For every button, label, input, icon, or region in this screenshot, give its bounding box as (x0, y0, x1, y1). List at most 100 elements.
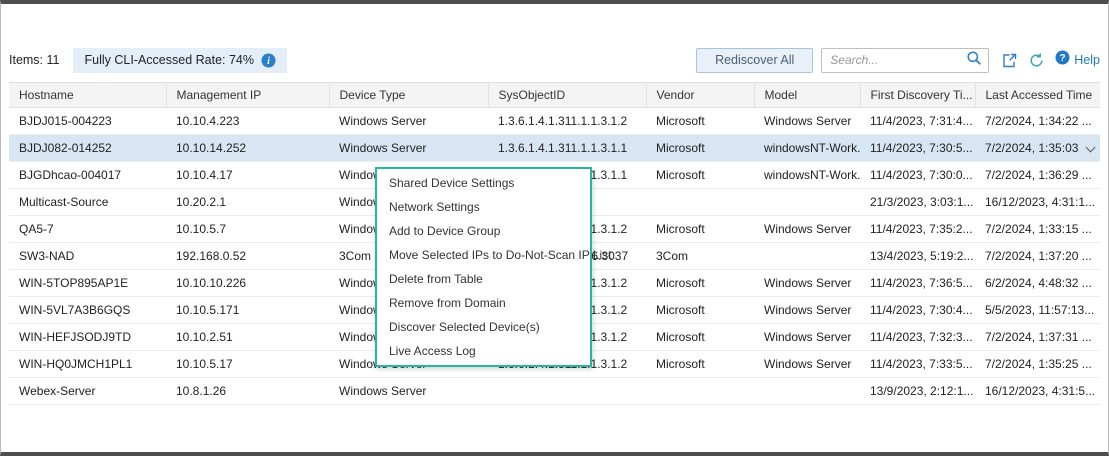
cell-management-ip: 10.8.1.26 (166, 378, 329, 405)
cell-hostname: Webex-Server (9, 378, 166, 405)
cell-model: Windows Server (754, 351, 860, 378)
col-vendor[interactable]: Vendor (646, 83, 754, 108)
cli-rate-badge: Fully CLI-Accessed Rate: 74% i (73, 48, 287, 73)
col-management-ip[interactable]: Management IP (166, 83, 329, 108)
search-box[interactable] (821, 48, 989, 73)
cell-first-discovery: 11/4/2023, 7:30:0... (860, 162, 975, 189)
cell-last-accessed: 7/2/2024, 1:35:25 ... (975, 351, 1100, 378)
cell-hostname: BJGDhcao-004017 (9, 162, 166, 189)
context-menu-item[interactable]: Delete from Table (377, 267, 590, 291)
cell-model: windowsNT-Work... (754, 135, 860, 162)
cell-management-ip: 10.10.5.17 (166, 351, 329, 378)
cell-management-ip: 10.20.2.1 (166, 189, 329, 216)
cell-management-ip: 10.10.4.17 (166, 162, 329, 189)
context-menu-item[interactable]: Live Access Log (377, 339, 590, 363)
table-row[interactable]: Webex-Server 10.8.1.26 Windows Server 13… (9, 378, 1100, 405)
cell-vendor: Microsoft (646, 162, 754, 189)
col-device-type[interactable]: Device Type (329, 83, 488, 108)
cli-rate-label: Fully CLI-Accessed Rate: 74% (84, 53, 254, 67)
table-header: Hostname Management IP Device Type SysOb… (9, 83, 1100, 108)
cell-model: Windows Server (754, 270, 860, 297)
context-menu-item[interactable]: Shared Device Settings (377, 171, 590, 195)
table-row[interactable]: BJDJ082-014252 10.10.14.252 Windows Serv… (9, 135, 1100, 162)
cell-hostname: BJDJ015-004223 (9, 108, 166, 135)
cell-vendor: Microsoft (646, 297, 754, 324)
cell-hostname: WIN-5VL7A3B6GQS (9, 297, 166, 324)
cell-hostname: WIN-HQ0JMCH1PL1 (9, 351, 166, 378)
cell-sysobjectid: 1.3.6.1.4.1.311.1.1.3.1.2 (488, 108, 646, 135)
cell-hostname: Multicast-Source (9, 189, 166, 216)
col-hostname[interactable]: Hostname (9, 83, 166, 108)
cell-model (754, 378, 860, 405)
cell-first-discovery: 21/3/2023, 3:03:1... (860, 189, 975, 216)
cell-model: Windows Server (754, 108, 860, 135)
toolbar: Items: 11 Fully CLI-Accessed Rate: 74% i… (1, 46, 1108, 74)
cell-model (754, 189, 860, 216)
context-menu-item[interactable]: Remove from Domain (377, 291, 590, 315)
info-icon[interactable]: i (261, 53, 276, 68)
export-icon[interactable] (1001, 52, 1018, 69)
cell-last-accessed: 16/12/2023, 4:31:5... (975, 378, 1100, 405)
help-label: Help (1074, 53, 1100, 67)
col-last-accessed[interactable]: Last Accessed Time (975, 83, 1100, 108)
cell-device-type: Windows Server (329, 108, 488, 135)
cell-last-accessed: 7/2/2024, 1:37:31 ... (975, 324, 1100, 351)
cell-vendor: Microsoft (646, 216, 754, 243)
cell-first-discovery: 13/4/2023, 5:19:2... (860, 243, 975, 270)
refresh-icon[interactable] (1028, 52, 1045, 69)
cell-last-accessed: 5/5/2023, 11:57:13... (975, 297, 1100, 324)
context-menu-item[interactable]: Discover Selected Device(s) (377, 315, 590, 339)
cell-last-accessed: 7/2/2024, 1:35:03 (975, 135, 1100, 162)
cell-vendor: Microsoft (646, 135, 754, 162)
cell-management-ip: 10.10.5.171 (166, 297, 329, 324)
help-link[interactable]: ? Help (1055, 50, 1100, 70)
col-first-discovery[interactable]: First Discovery Ti... (860, 83, 975, 108)
cell-management-ip: 10.10.5.7 (166, 216, 329, 243)
cell-model: windowsNT-Work... (754, 162, 860, 189)
col-model[interactable]: Model (754, 83, 860, 108)
context-menu: Shared Device SettingsNetwork SettingsAd… (375, 167, 592, 367)
cell-hostname: QA5-7 (9, 216, 166, 243)
cell-model: Windows Server (754, 216, 860, 243)
search-input[interactable] (830, 53, 966, 67)
col-sysobjectid[interactable]: SysObjectID (488, 83, 646, 108)
question-icon: ? (1055, 50, 1070, 70)
cell-device-type: Windows Server (329, 135, 488, 162)
rediscover-all-button[interactable]: Rediscover All (696, 48, 813, 73)
cell-vendor (646, 189, 754, 216)
cell-vendor: Microsoft (646, 270, 754, 297)
cell-last-accessed: 7/2/2024, 1:37:20 ... (975, 243, 1100, 270)
context-menu-item[interactable]: Move Selected IPs to Do-Not-Scan IP List (377, 243, 590, 267)
cell-last-accessed: 6/2/2024, 4:48:32 ... (975, 270, 1100, 297)
cell-device-type: Windows Server (329, 378, 488, 405)
cell-vendor: Microsoft (646, 324, 754, 351)
cell-last-accessed: 7/2/2024, 1:36:29 ... (975, 162, 1100, 189)
cell-hostname: SW3-NAD (9, 243, 166, 270)
cell-first-discovery: 13/9/2023, 2:12:1... (860, 378, 975, 405)
cell-management-ip: 10.10.14.252 (166, 135, 329, 162)
table-row[interactable]: BJDJ015-004223 10.10.4.223 Windows Serve… (9, 108, 1100, 135)
search-icon[interactable] (966, 50, 982, 71)
toolbar-right: Rediscover All (696, 48, 1100, 73)
svg-text:i: i (267, 56, 270, 67)
app-window: Items: 11 Fully CLI-Accessed Rate: 74% i… (0, 0, 1109, 456)
cell-model: Windows Server (754, 324, 860, 351)
cell-vendor (646, 378, 754, 405)
context-menu-item[interactable]: Network Settings (377, 195, 590, 219)
cell-hostname: WIN-HEFJSODJ9TD (9, 324, 166, 351)
chevron-down-icon[interactable] (1086, 143, 1096, 153)
cell-first-discovery: 11/4/2023, 7:30:5... (860, 135, 975, 162)
items-count: Items: 11 (9, 53, 59, 67)
cell-management-ip: 192.168.0.52 (166, 243, 329, 270)
cell-first-discovery: 11/4/2023, 7:35:2... (860, 216, 975, 243)
cell-first-discovery: 11/4/2023, 7:32:3... (860, 324, 975, 351)
cell-hostname: WIN-5TOP895AP1E (9, 270, 166, 297)
cell-model: Windows Server (754, 297, 860, 324)
cell-model (754, 243, 860, 270)
cell-vendor: Microsoft (646, 108, 754, 135)
context-menu-item[interactable]: Add to Device Group (377, 219, 590, 243)
cell-sysobjectid (488, 378, 646, 405)
toolbar-left: Items: 11 Fully CLI-Accessed Rate: 74% i (9, 48, 287, 73)
cell-last-accessed: 16/12/2023, 4:31:1... (975, 189, 1100, 216)
cell-first-discovery: 11/4/2023, 7:33:5... (860, 351, 975, 378)
